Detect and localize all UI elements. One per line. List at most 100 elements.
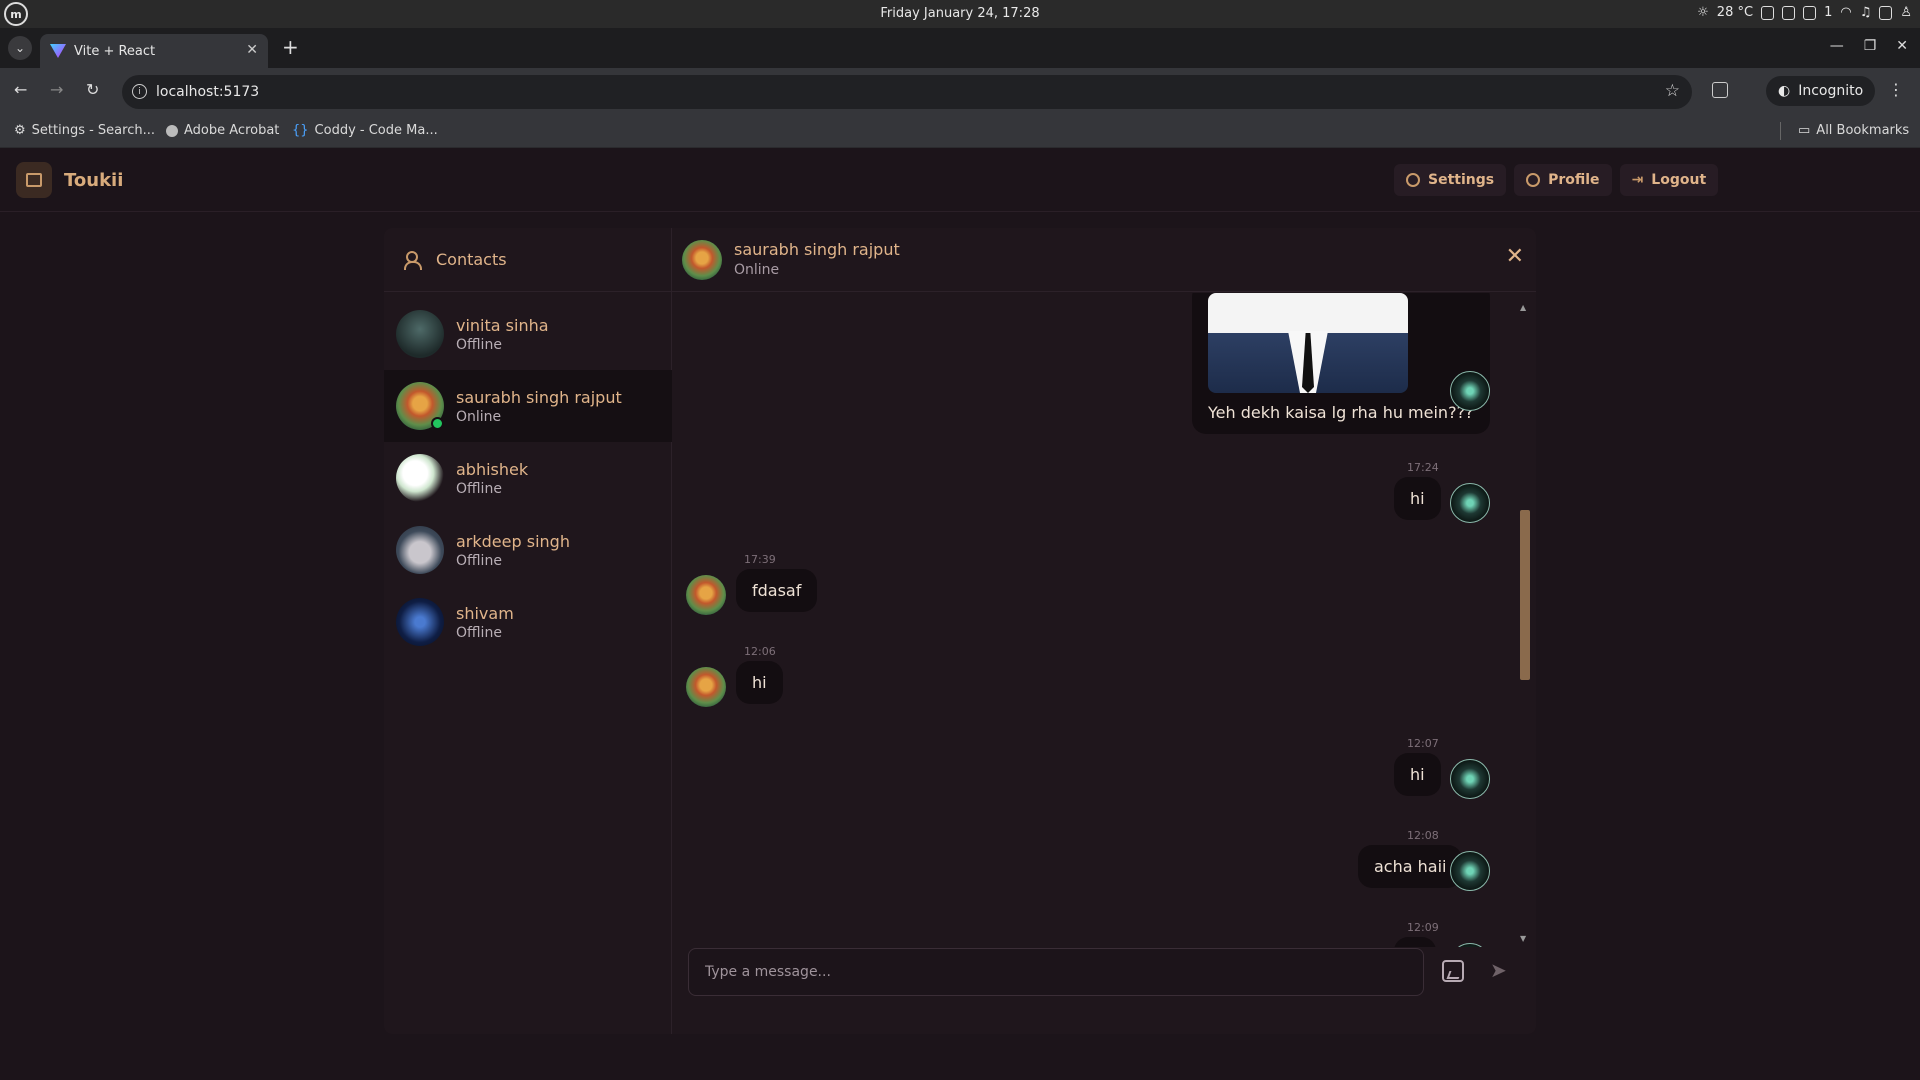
bookmarks-divider: [1780, 122, 1781, 140]
browser-tab[interactable]: Vite + React ✕: [40, 34, 268, 68]
bookmark-label: Settings - Search...: [31, 123, 155, 138]
message-time: 12:08: [1407, 829, 1439, 842]
address-bar[interactable]: i localhost:5173 ☆: [122, 75, 1692, 109]
site-info-icon[interactable]: i: [132, 84, 147, 99]
browser-menu-icon[interactable]: ⋮: [1888, 80, 1904, 99]
chat-contact-name: saurabh singh rajput: [734, 240, 900, 259]
bluetooth-icon[interactable]: [1761, 5, 1775, 20]
restore-icon[interactable]: ❐: [1864, 38, 1877, 54]
globe-icon: [166, 124, 178, 137]
user-icon: [1526, 173, 1541, 187]
avatar: [1450, 851, 1490, 891]
message-bubble: acha haii: [1358, 845, 1463, 888]
profile-button[interactable]: Profile: [1514, 164, 1612, 196]
clipboard-icon[interactable]: [1782, 5, 1796, 20]
incognito-badge[interactable]: ◐ Incognito: [1766, 76, 1876, 106]
music-icon[interactable]: ♫: [1860, 5, 1872, 20]
photo-attachment[interactable]: [1208, 293, 1408, 393]
avatar: [686, 575, 726, 615]
window-controls: — ❐ ✕: [1830, 38, 1908, 54]
online-indicator: [431, 417, 444, 430]
avatar: [1450, 371, 1490, 411]
new-tab-button[interactable]: +: [282, 37, 299, 57]
avatar: [396, 454, 444, 502]
bookmark-star-icon[interactable]: ☆: [1665, 81, 1680, 101]
tab-search-button[interactable]: ⌄: [8, 36, 32, 60]
settings-button[interactable]: Settings: [1394, 164, 1507, 196]
chat-contact-status: Online: [734, 262, 780, 278]
message-time: 12:06: [744, 645, 776, 658]
bookmark-settings[interactable]: ⚙ Settings - Search...: [14, 123, 155, 138]
scrollbar-thumb[interactable]: [1520, 510, 1530, 680]
message-scrollbar[interactable]: ▲ ▼: [1520, 303, 1530, 943]
bookmarks-bar: ⚙ Settings - Search... Adobe Acrobat {} …: [0, 114, 1920, 148]
avatar: [396, 526, 444, 574]
contact-name: vinita sinha: [456, 315, 549, 335]
chat-panel: saurabh singh rajput Online ✕ Yeh dekh k…: [672, 228, 1536, 1034]
scroll-up-icon[interactable]: ▲: [1520, 303, 1526, 312]
reload-icon[interactable]: ↻: [86, 80, 99, 99]
contact-name: abhishek: [456, 459, 529, 479]
message-bubble: Yeh dekh kaisa lg rha hu mein???: [1192, 293, 1490, 434]
contact-name: arkdeep singh: [456, 531, 570, 551]
bookmark-adobe[interactable]: Adobe Acrobat: [166, 123, 279, 138]
system-tray: ☼ 28 °C 1 ◠ ♫ ♙: [1697, 5, 1912, 20]
all-bookmarks[interactable]: ▭ All Bookmarks: [1798, 123, 1909, 138]
browser-tabstrip: ⌄ Vite + React ✕ + — ❐ ✕: [0, 28, 1920, 68]
brand[interactable]: Toukii: [16, 162, 123, 198]
message-received: hi: [736, 661, 783, 704]
browser-toolbar: ← → ↻ i localhost:5173 ☆ ◐ Incognito ⋮: [0, 68, 1920, 114]
tab-close-icon[interactable]: ✕: [246, 42, 258, 58]
brand-name: Toukii: [64, 169, 124, 191]
contact-name: shivam: [456, 603, 514, 623]
message-list[interactable]: Yeh dekh kaisa lg rha hu mein??? 17:24 h…: [672, 293, 1536, 947]
back-icon[interactable]: ←: [14, 80, 27, 99]
coddy-icon: {}: [292, 123, 309, 138]
contacts-title: Contacts: [436, 250, 507, 269]
os-clock[interactable]: Friday January 24, 17:28: [0, 6, 1920, 21]
avatar: [396, 598, 444, 646]
message-text: Yeh dekh kaisa lg rha hu mein???: [1208, 403, 1474, 422]
contact-item[interactable]: abhishek Offline: [384, 442, 672, 514]
message-sent: [1394, 937, 1436, 947]
settings-label: Settings: [1428, 172, 1495, 188]
avatar: [1450, 759, 1490, 799]
contact-item[interactable]: shivam Offline: [384, 586, 672, 658]
logout-button[interactable]: ⇥ Logout: [1619, 164, 1719, 196]
close-chat-icon[interactable]: ✕: [1506, 246, 1524, 268]
image-upload-icon[interactable]: [1442, 960, 1464, 982]
notification-count[interactable]: 1: [1824, 5, 1832, 20]
message-time: 17:24: [1407, 461, 1439, 474]
gear-icon: ⚙: [14, 123, 26, 138]
weather-icon[interactable]: ☼: [1697, 5, 1709, 20]
message-bubble: hi: [1394, 753, 1441, 796]
message-time: 12:07: [1407, 737, 1439, 750]
minimize-icon[interactable]: —: [1830, 38, 1844, 54]
contact-item[interactable]: arkdeep singh Offline: [384, 514, 672, 586]
avatar: [396, 382, 444, 430]
avatar: [1450, 483, 1490, 523]
close-window-icon[interactable]: ✕: [1896, 38, 1908, 54]
shield-icon[interactable]: [1803, 5, 1817, 20]
contact-item-active[interactable]: saurabh singh rajput Online: [384, 370, 672, 442]
bookmark-coddy[interactable]: {} Coddy - Code Ma...: [292, 123, 438, 138]
chat-container: Contacts vinita sinha Offline saurabh si…: [384, 228, 1536, 1034]
send-icon[interactable]: ➤: [1490, 958, 1507, 982]
gear-icon: [1406, 173, 1420, 187]
extension-icon[interactable]: [1712, 82, 1728, 98]
message-sent-image: Yeh dekh kaisa lg rha hu mein???: [1192, 293, 1490, 434]
message-bubble: hi: [1394, 477, 1441, 520]
contacts-header: Contacts: [384, 228, 671, 292]
user-icon[interactable]: ♙: [1900, 5, 1912, 20]
forward-icon[interactable]: →: [50, 80, 63, 99]
os-top-bar: m Friday January 24, 17:28 ☼ 28 °C 1 ◠ ♫…: [0, 0, 1920, 28]
battery-icon[interactable]: [1879, 5, 1893, 20]
url-text: localhost:5173: [156, 84, 260, 100]
message-bubble: hi: [736, 661, 783, 704]
contacts-sidebar: Contacts vinita sinha Offline saurabh si…: [384, 228, 672, 1034]
message-input[interactable]: [688, 948, 1424, 996]
wifi-icon[interactable]: ◠: [1840, 5, 1851, 20]
scroll-down-icon[interactable]: ▼: [1520, 934, 1526, 943]
temperature[interactable]: 28 °C: [1717, 5, 1753, 20]
contact-item[interactable]: vinita sinha Offline: [384, 298, 672, 370]
